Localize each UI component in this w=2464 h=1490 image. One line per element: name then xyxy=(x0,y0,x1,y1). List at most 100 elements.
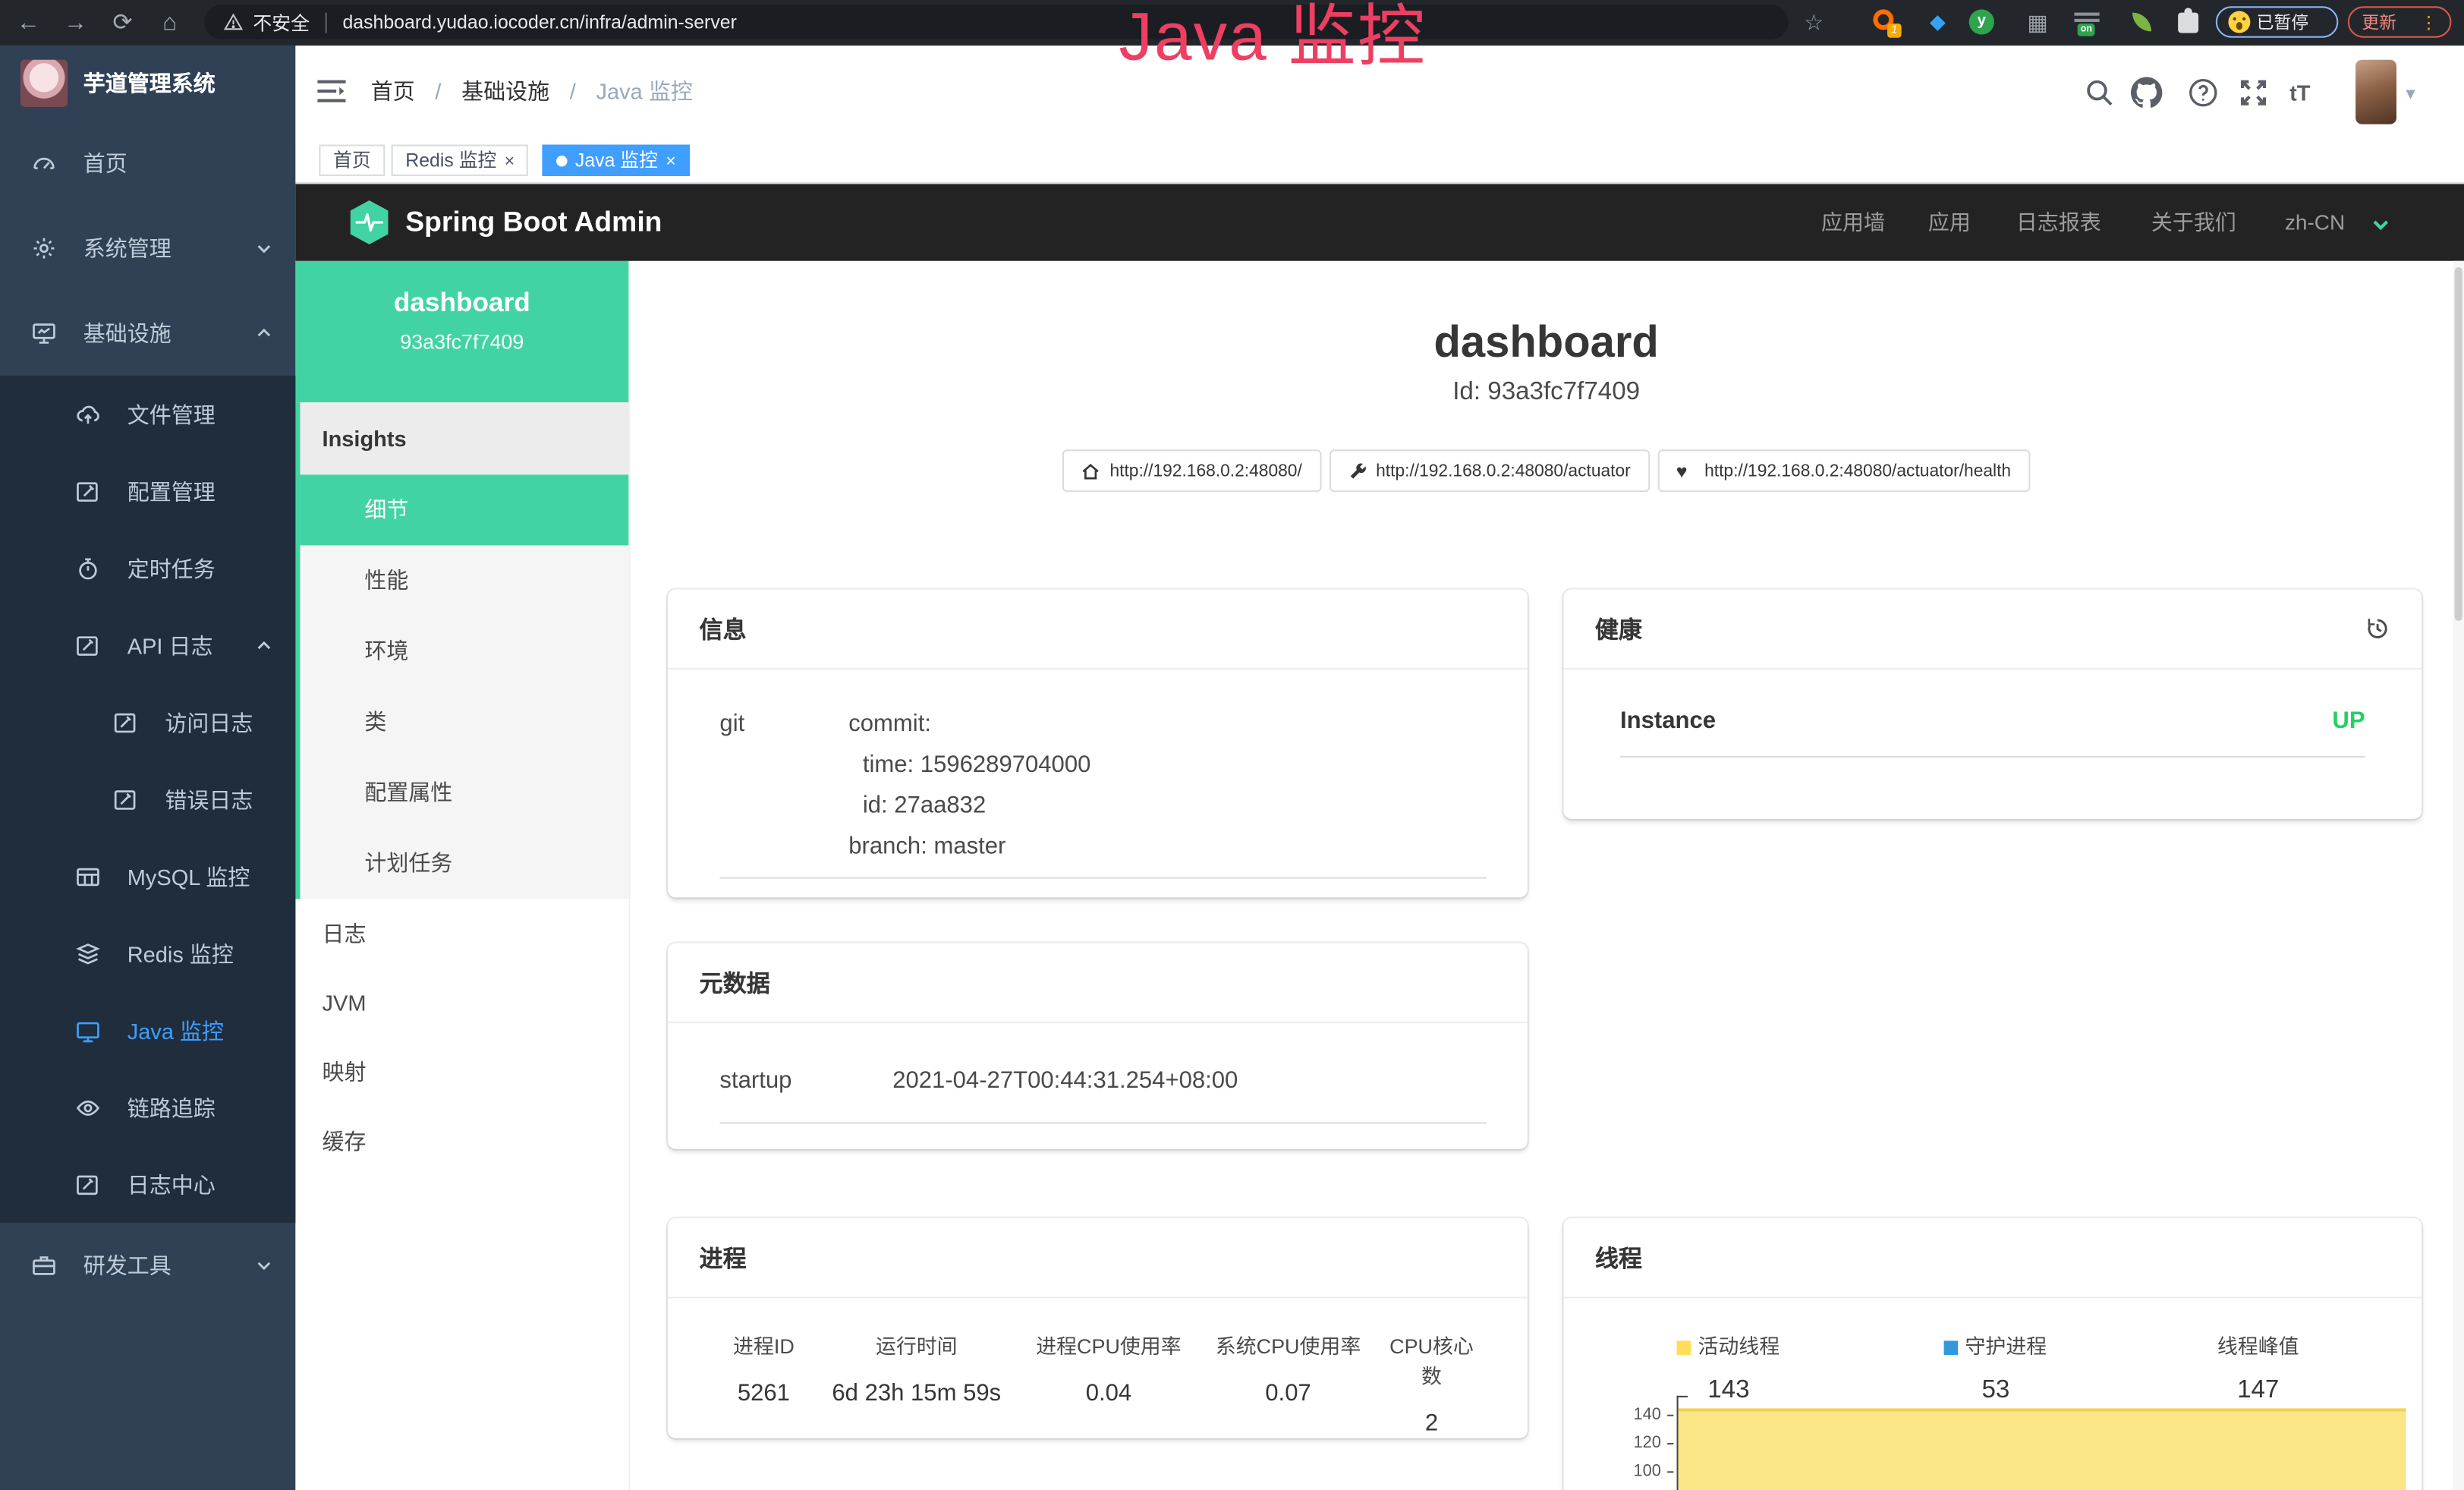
instance-label: Instance xyxy=(1620,707,1716,734)
sidebar-item-api-log[interactable]: API 日志 xyxy=(0,606,295,683)
sba-nav-journal[interactable]: 日志报表 xyxy=(2016,184,2101,260)
scrollbar-thumb[interactable] xyxy=(2455,267,2462,621)
tab-java-monitor[interactable]: Java 监控× xyxy=(542,145,690,176)
sba-locale-select[interactable]: zh-CN xyxy=(2285,184,2345,260)
sidebar-item-java[interactable]: Java 监控 xyxy=(0,992,295,1069)
sidebar-item-infra[interactable]: 基础设施 xyxy=(0,291,295,376)
github-icon[interactable] xyxy=(2131,77,2162,108)
instance-id: 93a3fc7f7409 xyxy=(295,330,628,354)
sba-brand[interactable]: Spring Boot Admin xyxy=(405,184,662,260)
blue-legend-swatch-icon xyxy=(1945,1340,1959,1355)
extension-tampermonkey-icon[interactable]: on xyxy=(2074,9,2099,34)
sba-item-details[interactable]: 细节 xyxy=(301,474,629,545)
health-card: 健康 Instance UP xyxy=(1563,590,2422,819)
sidebar-item-log-center[interactable]: 日志中心 xyxy=(0,1146,295,1223)
sidebar-item-job[interactable]: 定时任务 xyxy=(0,530,295,606)
legend-daemon-threads: 守护进程 53 xyxy=(1909,1330,2082,1405)
sidebar-item-dev-tools[interactable]: 研发工具 xyxy=(0,1223,295,1308)
instance-health-row: Instance UP xyxy=(1563,669,2422,734)
paused-label: 已暂停 xyxy=(2257,9,2308,34)
git-label: git xyxy=(719,704,848,868)
page-title: dashboard xyxy=(628,317,2464,367)
threads-card: 线程 活动线程 143 守护进程 53 线程峰值 147 140 120 100 xyxy=(1563,1218,2422,1490)
close-icon[interactable]: × xyxy=(666,153,675,172)
sidebar-item-redis[interactable]: Redis 监控 xyxy=(0,915,295,991)
browser-menu-icon[interactable]: ⋮ xyxy=(2420,12,2437,33)
update-button[interactable]: 更新 ⋮ xyxy=(2348,6,2452,37)
sba-item-classes[interactable]: 类 xyxy=(301,687,629,758)
extension-grid-icon[interactable]: ▦ xyxy=(2027,9,2047,34)
browser-back-icon[interactable]: ← xyxy=(13,0,44,46)
git-commit-line: commit: xyxy=(848,704,1090,745)
sba-nav-wallboard[interactable]: 应用墙 xyxy=(1821,184,1885,260)
extension-pin-icon[interactable]: ◆ xyxy=(1930,9,1946,33)
sidebar-item-mysql[interactable]: MySQL 监控 xyxy=(0,838,295,915)
extensions-puzzle-icon[interactable] xyxy=(2178,13,2198,33)
process-col-proc-cpu: 进程CPU使用率0.04 xyxy=(1021,1330,1197,1437)
help-icon[interactable] xyxy=(2188,77,2219,108)
sba-main: dashboard Id: 93a3fc7f7409 http://192.16… xyxy=(628,261,2464,1490)
update-label: 更新 xyxy=(2362,9,2396,34)
hamburger-menu-icon[interactable] xyxy=(317,79,345,104)
search-icon[interactable] xyxy=(2084,77,2115,108)
table-icon xyxy=(75,864,100,889)
sba-item-mappings[interactable]: 映射 xyxy=(295,1038,628,1107)
locale-caret-icon[interactable] xyxy=(2371,216,2390,235)
extension-y-icon[interactable]: y xyxy=(1969,9,1994,34)
history-icon[interactable] xyxy=(2365,616,2390,641)
tab-redis-monitor[interactable]: Redis 监控× xyxy=(392,145,529,176)
address-bar[interactable]: 不安全 dashboard.yudao.iocoder.cn/infra/adm… xyxy=(204,5,1788,39)
git-row: git commit: time: 1596289704000 id: 27aa… xyxy=(668,669,1528,868)
fullscreen-icon[interactable] xyxy=(2238,77,2269,108)
sba-item-metrics[interactable]: 性能 xyxy=(301,546,629,616)
sba-item-environment[interactable]: 环境 xyxy=(301,616,629,687)
sidebar-item-access-log[interactable]: 访问日志 xyxy=(0,684,295,761)
chevron-down-icon xyxy=(254,1256,273,1275)
extension-badge: 1 xyxy=(1887,24,1902,38)
breadcrumb-infra[interactable]: 基础设施 xyxy=(461,79,549,104)
browser-reload-icon[interactable]: ⟳ xyxy=(107,0,138,46)
close-icon[interactable]: × xyxy=(505,153,515,172)
sba-item-config-props[interactable]: 配置属性 xyxy=(301,758,629,828)
breadcrumb-home[interactable]: 首页 xyxy=(371,79,415,104)
tab-home[interactable]: 首页 xyxy=(319,145,385,176)
metadata-card-title: 元数据 xyxy=(700,966,770,999)
browser-home-icon[interactable]: ⌂ xyxy=(154,0,185,46)
extension-orange-icon[interactable]: 1 xyxy=(1873,9,1893,30)
chevron-up-icon xyxy=(254,324,273,343)
sidebar-item-system[interactable]: 系统管理 xyxy=(0,206,295,291)
sba-nav-about[interactable]: 关于我们 xyxy=(2151,184,2236,260)
bookmark-star-icon[interactable]: ☆ xyxy=(1804,9,1824,36)
sba-sidebar: dashboard 93a3fc7f7409 Insights 细节 性能 环境… xyxy=(295,261,630,1490)
sba-item-logs[interactable]: 日志 xyxy=(295,899,628,968)
paused-badge[interactable]: 已暂停 xyxy=(2216,6,2339,37)
edit-icon xyxy=(75,479,100,504)
sba-item-jvm[interactable]: JVM xyxy=(295,969,628,1038)
actuator-url-button[interactable]: http://192.168.0.2:48080/actuator xyxy=(1329,449,1650,492)
sidebar-item-trace[interactable]: 链路追踪 xyxy=(0,1069,295,1145)
app-sidebar: 芋道管理系统 首页 系统管理 基础设施 文件管理 配置管理 xyxy=(0,46,295,1490)
sidebar-item-config[interactable]: 配置管理 xyxy=(0,452,295,529)
health-url-button[interactable]: ♥ http://192.168.0.2:48080/actuator/heal… xyxy=(1657,449,2030,492)
sidebar-item-error-log[interactable]: 错误日志 xyxy=(0,761,295,837)
service-url-button[interactable]: http://192.168.0.2:48080/ xyxy=(1062,449,1320,492)
metadata-card: 元数据 startup 2021-04-27T00:44:31.254+08:0… xyxy=(668,943,1528,1148)
sidebar-item-home[interactable]: 首页 xyxy=(0,121,295,206)
gauge-icon xyxy=(31,151,56,176)
chevron-down-icon xyxy=(254,239,273,258)
layers-icon xyxy=(75,940,100,966)
user-menu-caret-icon[interactable]: ▼ xyxy=(2403,87,2418,104)
sba-item-scheduled-tasks[interactable]: 计划任务 xyxy=(301,828,629,899)
log-edit-icon xyxy=(113,710,138,735)
heartbeat-icon: ♥ xyxy=(1676,461,1695,480)
sba-item-caches[interactable]: 缓存 xyxy=(295,1107,628,1176)
wrench-icon xyxy=(1348,461,1367,480)
extension-leaf-icon[interactable] xyxy=(2132,13,2151,32)
page-instance-id: Id: 93a3fc7f7409 xyxy=(628,379,2464,407)
browser-forward-icon[interactable]: → xyxy=(60,0,91,46)
annotation-java-monitor: Java 监控 xyxy=(1119,2,1426,75)
sba-nav-applications[interactable]: 应用 xyxy=(1928,184,1971,260)
sidebar-item-file[interactable]: 文件管理 xyxy=(0,376,295,452)
user-avatar[interactable] xyxy=(2355,60,2396,124)
font-size-icon[interactable]: tT xyxy=(2289,77,2321,108)
